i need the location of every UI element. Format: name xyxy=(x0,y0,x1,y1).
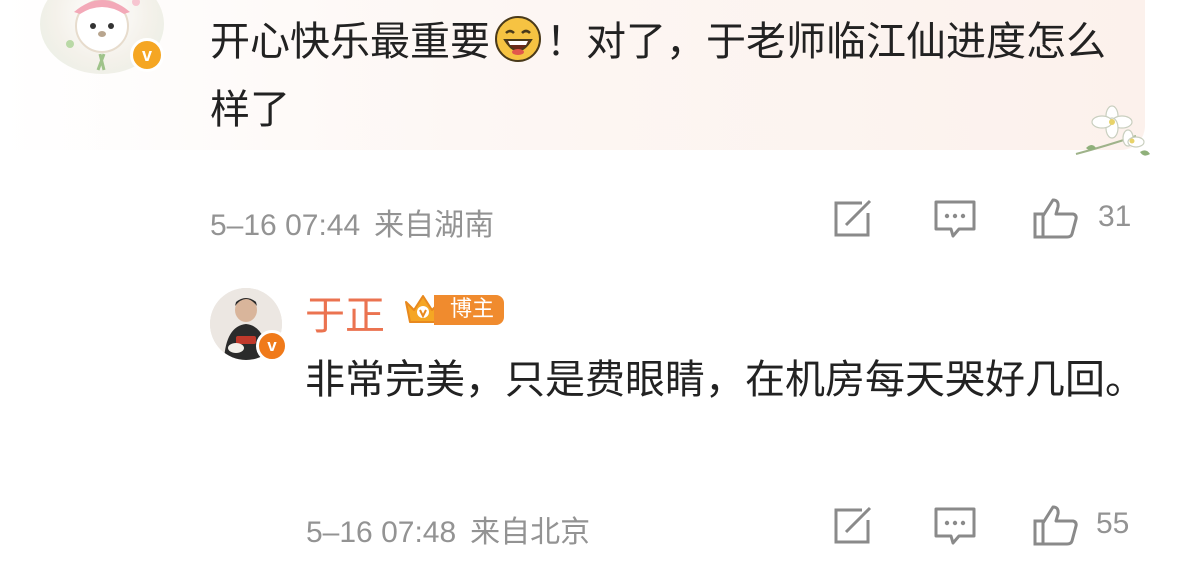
author-username[interactable]: 于正 xyxy=(305,283,385,341)
like-count: 31 xyxy=(1098,200,1132,233)
comment-icon[interactable] xyxy=(933,506,977,546)
reply-time: 5–16 07:48 xyxy=(306,516,457,549)
verified-badge: v xyxy=(130,38,164,72)
share-edit-icon[interactable] xyxy=(832,199,874,239)
owner-badge-label: 博主 xyxy=(434,295,505,325)
like-count: 55 xyxy=(1096,507,1130,540)
share-edit-icon[interactable] xyxy=(832,506,874,546)
flower-decoration-icon xyxy=(1075,105,1150,156)
comment-icon[interactable] xyxy=(933,199,977,239)
comment-time: 5–16 07:44 xyxy=(210,209,361,242)
reply-text: 非常完美，只是费眼睛，在机房每天哭好几回。 xyxy=(305,357,1145,403)
verified-badge: v xyxy=(256,330,288,362)
thumbs-up-icon[interactable] xyxy=(1031,503,1079,547)
owner-badge: 博主 xyxy=(402,292,505,328)
reply-location: 来自北京 xyxy=(470,516,591,549)
laughing-face-emoji-icon xyxy=(495,16,541,62)
comment-meta: 5–16 07:44 来自湖南 xyxy=(210,200,494,244)
thumbs-up-icon[interactable] xyxy=(1031,196,1079,240)
reply-meta: 5–16 07:48 来自北京 xyxy=(306,507,590,551)
comment-text: 开心快乐最重要 ！对了，于老师临江仙进度怎么样了 xyxy=(210,8,1130,144)
comment-location: 来自湖南 xyxy=(374,209,495,242)
